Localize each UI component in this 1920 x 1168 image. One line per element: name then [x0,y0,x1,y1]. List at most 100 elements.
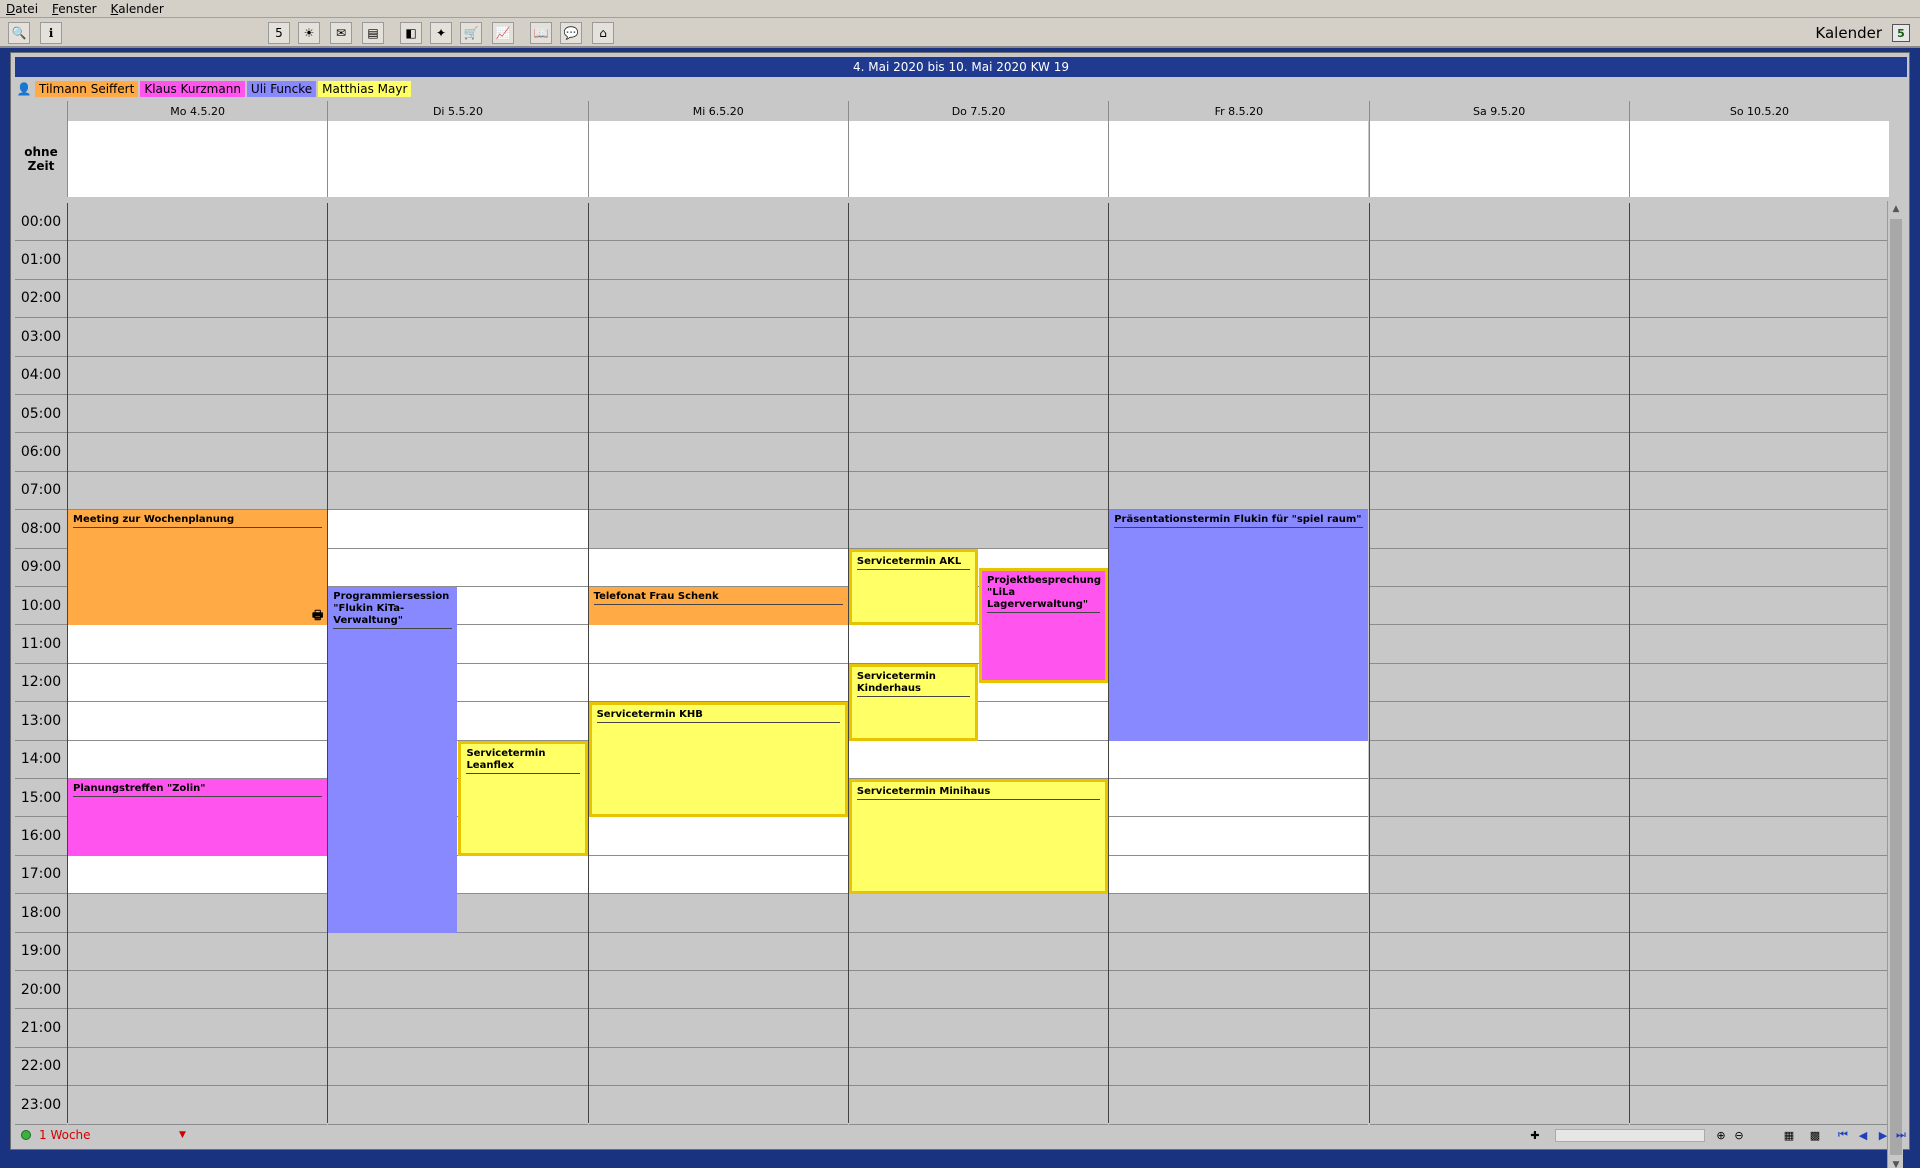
time-slot[interactable] [1369,932,1629,971]
time-slot[interactable] [1109,1047,1369,1087]
time-slot[interactable] [328,395,588,434]
time-slot[interactable] [1629,548,1890,587]
time-slot[interactable] [1629,663,1890,703]
time-slot[interactable] [1109,395,1369,434]
last-icon[interactable]: ⏭ [1893,1127,1909,1143]
time-slot[interactable] [848,279,1109,319]
day-header[interactable]: Di 5.5.20 [327,101,588,121]
time-slot[interactable] [1369,1047,1629,1087]
prev-icon[interactable]: ◀ [1855,1127,1871,1143]
star-icon[interactable]: ✦ [430,22,452,44]
range-select[interactable]: 1 Woche [39,1128,179,1142]
scroll-thumb[interactable] [1890,219,1902,1155]
time-slot[interactable] [1629,779,1890,818]
time-slot[interactable] [848,356,1109,395]
calendar-event[interactable]: Servicetermin Leanflex [458,740,588,856]
book-icon[interactable]: 📖 [530,22,552,44]
time-slot[interactable] [588,356,848,395]
time-slot[interactable] [68,395,328,434]
time-slot[interactable] [1369,817,1629,856]
time-slot[interactable] [1629,433,1890,472]
app-badge[interactable]: 5 [1892,24,1910,42]
chevron-down-icon[interactable]: ▼ [179,1130,186,1140]
add-user-icon[interactable]: 👤 [15,80,33,98]
time-slot[interactable] [1629,740,1890,779]
time-slot[interactable] [68,241,328,280]
time-slot[interactable] [588,971,848,1010]
time-slot[interactable] [1629,1009,1890,1048]
time-slot[interactable] [848,1086,1109,1125]
time-slot[interactable] [848,894,1109,933]
time-slot[interactable] [1109,433,1369,472]
time-slot[interactable] [848,740,1109,779]
calendar-event[interactable]: Servicetermin AKL [848,548,979,626]
time-slot[interactable] [848,471,1109,511]
time-slot[interactable] [1629,625,1890,664]
time-slot[interactable] [1109,740,1369,779]
time-slot[interactable] [68,356,328,395]
time-slot[interactable] [1629,702,1890,741]
user-chip[interactable]: Matthias Mayr [318,81,412,97]
time-slot[interactable] [328,356,588,395]
time-slot[interactable] [68,971,328,1010]
all-day-cell[interactable] [1368,121,1629,197]
display-icon[interactable]: ▤ [362,22,384,44]
time-slot[interactable] [68,1047,328,1087]
time-slot[interactable] [1369,471,1629,511]
time-slot[interactable] [328,318,588,357]
calendar-event[interactable]: Servicetermin Minihaus [848,779,1109,895]
time-slot[interactable] [1629,1047,1890,1087]
time-slot[interactable] [588,548,848,587]
first-icon[interactable]: ⏮ [1835,1127,1851,1143]
time-slot[interactable] [1369,1086,1629,1125]
time-slot[interactable] [68,1086,328,1125]
time-slot[interactable] [1369,548,1629,587]
home-icon[interactable]: ⌂ [592,22,614,44]
scroll-up-icon[interactable]: ▲ [1890,203,1902,215]
time-slot[interactable] [848,932,1109,971]
time-slot[interactable] [1629,471,1890,511]
time-slot[interactable] [68,203,328,242]
time-slot[interactable] [1369,855,1629,895]
time-slot[interactable] [68,663,328,703]
time-slot[interactable] [588,279,848,319]
scroll-down-icon[interactable]: ▼ [1890,1159,1902,1168]
day-header[interactable]: So 10.5.20 [1628,101,1890,121]
time-slot[interactable] [1629,510,1890,549]
time-slot[interactable] [1109,779,1369,818]
time-slot[interactable] [1369,356,1629,395]
time-slot[interactable] [588,510,848,549]
time-slot[interactable] [588,663,848,703]
calendar-5-icon[interactable]: 5 [268,22,290,44]
time-slot[interactable] [848,241,1109,280]
time-slot[interactable] [1109,279,1369,319]
calendar-event[interactable]: Meeting zur Wochenplanung 🖶 [68,510,328,626]
time-slot[interactable] [588,894,848,933]
time-slot[interactable] [328,241,588,280]
user-chip[interactable]: Klaus Kurzmann [140,81,245,97]
chart-icon[interactable]: 📈 [492,22,514,44]
time-slot[interactable] [328,203,588,242]
time-slot[interactable] [1109,817,1369,856]
time-slot[interactable] [588,1047,848,1087]
calendar-event[interactable]: Programmiersession "Flukin KiTa-Verwaltu… [328,587,458,933]
time-slot[interactable] [68,318,328,357]
calendar-event[interactable]: Planungstreffen "Zolin" [68,779,328,856]
time-slot[interactable] [328,1047,588,1087]
calendar-event[interactable]: Projektbesprechung "LiLa Lagerverwaltung… [979,567,1109,683]
time-slot[interactable] [328,1086,588,1125]
time-slot[interactable] [1369,279,1629,319]
time-slot[interactable] [1369,241,1629,280]
window-icon[interactable]: ◧ [400,22,422,44]
time-slot[interactable] [588,817,848,856]
time-slot[interactable] [1369,433,1629,472]
time-slot[interactable] [588,241,848,280]
zoom-in-icon[interactable]: ⊕ [1713,1127,1729,1143]
time-slot[interactable] [848,510,1109,549]
time-slot[interactable] [588,1009,848,1048]
time-slot[interactable] [1629,203,1890,242]
time-slot[interactable] [588,855,848,895]
grid2-icon[interactable]: ▩ [1807,1127,1823,1143]
time-slot[interactable] [1109,894,1369,933]
time-slot[interactable] [68,433,328,472]
